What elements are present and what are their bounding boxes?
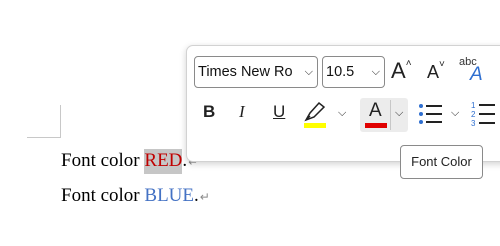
italic-button[interactable]: I [239,102,245,122]
svg-text:1: 1 [471,101,476,110]
selected-word-red[interactable]: RED [144,149,183,174]
underline-button[interactable]: U [273,102,285,122]
font-name-value: Times New Ro [198,64,293,80]
grow-font-icon[interactable]: A˄ [391,58,412,84]
font-name-select[interactable]: Times New Ro ⌵ [194,56,318,88]
document-line-blue[interactable]: Font color BLUE.↵ [61,185,210,208]
italic-label: I [239,102,245,121]
chevron-down-icon: ⌵ [371,66,380,78]
word-blue[interactable]: BLUE [144,185,194,206]
numbered-list-icon[interactable]: 1 2 3 [470,100,498,130]
document-line-red[interactable]: Font color RED.↵ [61,149,198,174]
svg-text:2: 2 [471,110,476,119]
shrink-font-icon[interactable]: A˅ [427,59,445,83]
line2-suffix: . [194,185,199,206]
font-color-divider [390,100,391,130]
bold-button[interactable]: B [203,102,215,122]
font-color-label: A [369,100,382,121]
bold-label: B [203,102,216,121]
underline-label: U [273,102,286,121]
font-size-select[interactable]: 10.5 ⌵ [322,56,385,88]
font-color-tooltip: Font Color [400,145,483,179]
font-color-bar [365,123,387,128]
svg-text:3: 3 [471,119,476,128]
font-color-icon[interactable]: A [369,100,382,122]
change-case-a-icon: A [470,64,483,86]
chevron-down-icon[interactable]: ⌵ [338,107,346,120]
change-case-a-label: A [470,64,483,85]
font-size-value: 10.5 [326,64,355,80]
chevron-down-icon: ⌵ [304,66,313,78]
tooltip-text: Font Color [411,154,472,169]
highlight-color-bar [304,123,326,128]
highlighter-icon[interactable] [302,99,328,123]
chevron-down-icon[interactable]: ⌵ [395,107,403,120]
grow-font-label: A [391,58,406,83]
chevron-down-icon[interactable]: ⌵ [451,107,459,120]
shrink-font-label: A [427,62,440,82]
margin-corner-vertical [60,105,61,138]
bullet-list-icon[interactable] [417,100,445,128]
line2-prefix: Font color [61,185,145,206]
line1-prefix: Font color [61,150,145,171]
margin-corner-horizontal [27,137,61,138]
paragraph-mark: ↵ [199,190,210,204]
